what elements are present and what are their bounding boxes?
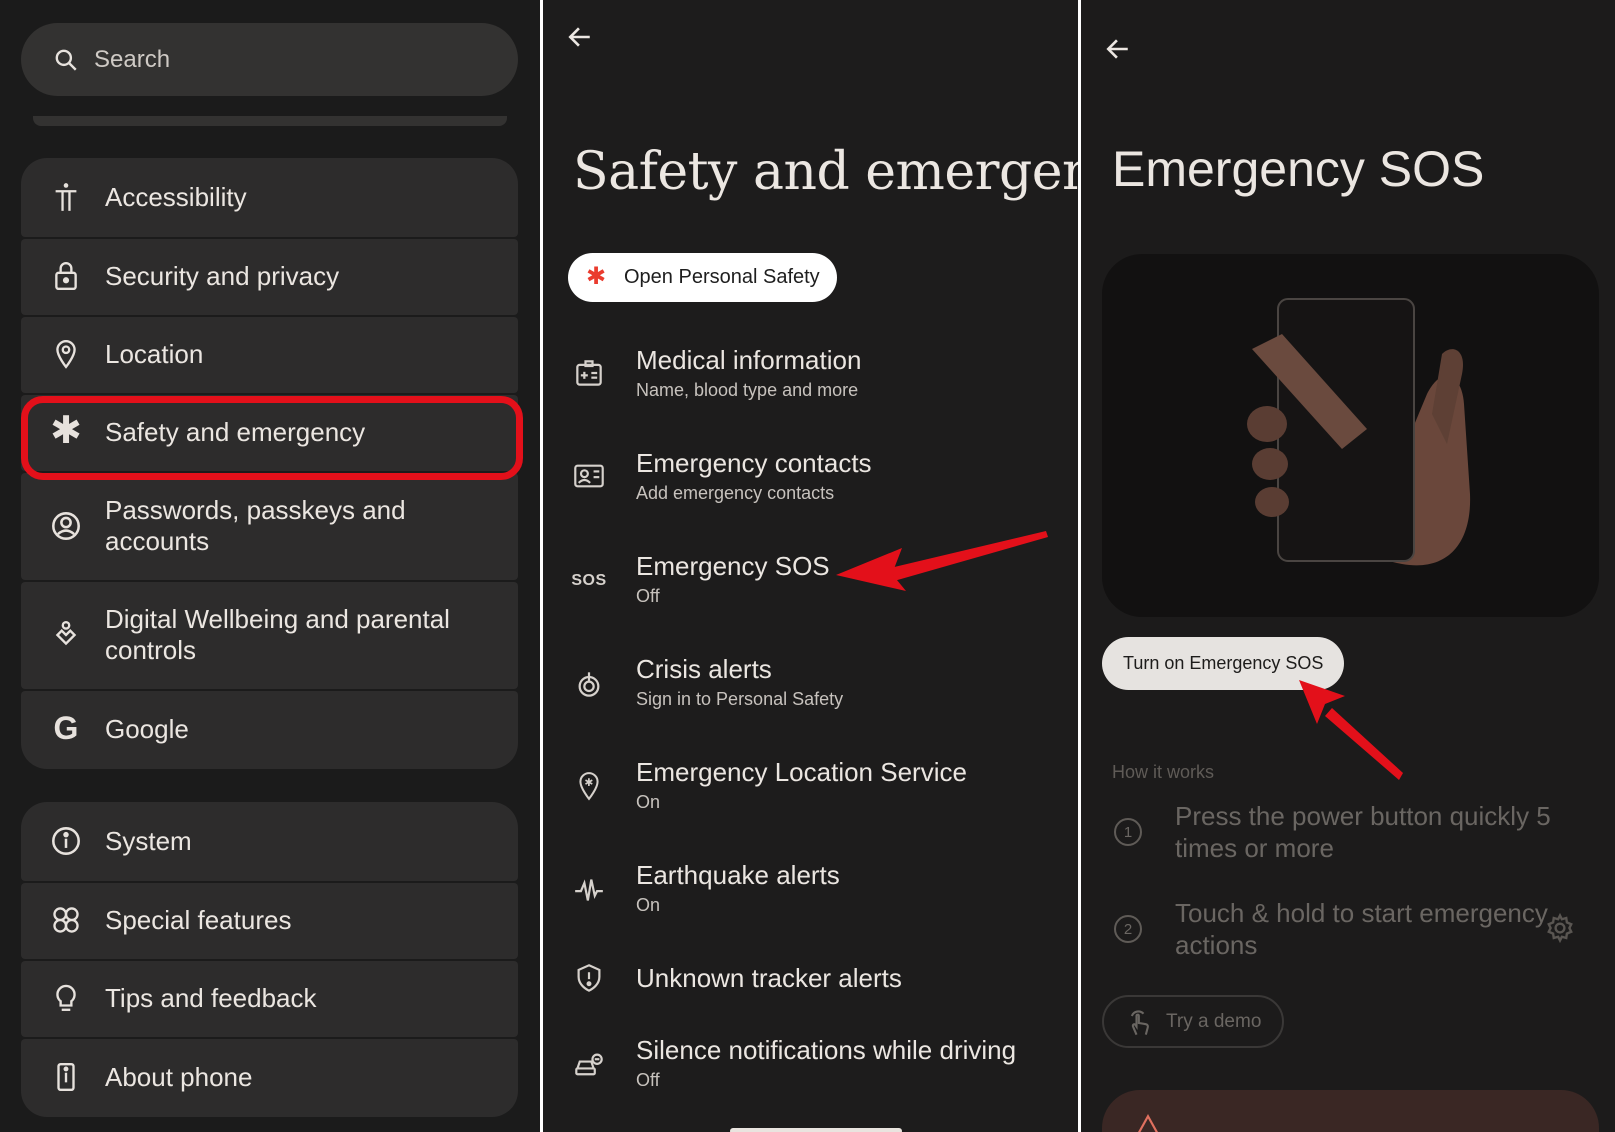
- shield-alert-icon: [571, 960, 607, 996]
- driving-icon: [571, 1047, 607, 1083]
- open-personal-safety-button[interactable]: ✱ Open Personal Safety: [568, 253, 837, 302]
- settings-main-panel: Search Accessibility Security and privac…: [0, 0, 540, 1132]
- step-text: Touch & hold to start emergency actions: [1175, 898, 1548, 960]
- try-demo-label: Try a demo: [1166, 1010, 1262, 1032]
- list-item-silence-driving[interactable]: Silence notifications while driving Off: [543, 1035, 1078, 1115]
- list-item-subtitle: Add emergency contacts: [636, 483, 835, 503]
- medical-id-icon: [571, 355, 607, 391]
- list-item-emergency-sos[interactable]: SOS Emergency SOS Off: [543, 546, 1078, 626]
- list-item-contacts[interactable]: Emergency contacts Add emergency contact…: [543, 443, 1078, 523]
- settings-item-passwords[interactable]: Passwords, passkeys and accounts: [21, 473, 518, 580]
- list-item-title: Emergency Location Service: [636, 757, 967, 787]
- info-icon: [51, 826, 81, 856]
- step-1: 1 Press the power button quickly 5 times…: [1081, 800, 1615, 870]
- try-demo-button[interactable]: Try a demo: [1102, 995, 1285, 1048]
- emergency-location-icon: ✱: [571, 768, 607, 804]
- settings-item-system[interactable]: System: [21, 802, 518, 881]
- list-item-title: Emergency contacts: [636, 448, 872, 478]
- settings-item-label: Accessibility: [105, 182, 247, 212]
- step-text: Press the power button quickly 5 times o…: [1175, 801, 1551, 863]
- list-item-title: Silence notifications while driving: [636, 1035, 1017, 1065]
- list-item-subtitle: On: [636, 895, 661, 915]
- phone-icon: [51, 1062, 81, 1092]
- list-item-unknown-tracker[interactable]: Unknown tracker alerts: [543, 958, 1078, 1018]
- list-item-subtitle: Name, blood type and more: [636, 380, 859, 400]
- search-icon: [55, 49, 77, 71]
- list-item-subtitle: Sign in to Personal Safety: [636, 689, 844, 709]
- highlight-annotation-box: [21, 396, 523, 480]
- settings-item-about-phone[interactable]: About phone: [21, 1039, 518, 1117]
- accessibility-icon: [51, 182, 81, 212]
- list-item-title: Emergency SOS: [636, 551, 830, 581]
- settings-item-label: Tips and feedback: [105, 983, 317, 1013]
- list-item-earthquake[interactable]: Earthquake alerts On: [543, 855, 1078, 935]
- sos-icon: SOS: [571, 572, 607, 589]
- safety-emergency-panel: Safety and emergency ✱ Open Personal Saf…: [543, 0, 1078, 1132]
- page-title: Emergency SOS: [1112, 141, 1485, 197]
- list-item-title: Unknown tracker alerts: [636, 963, 902, 993]
- lightbulb-icon: [51, 983, 81, 1013]
- warning-icon: [1138, 1114, 1158, 1132]
- how-it-works-heading: How it works: [1112, 762, 1215, 782]
- svg-text:✱: ✱: [585, 777, 594, 789]
- settings-item-label: System: [105, 826, 192, 856]
- list-item-subtitle: On: [636, 792, 661, 812]
- search-bar[interactable]: Search: [21, 23, 518, 96]
- settings-item-wellbeing[interactable]: Digital Wellbeing and parental controls: [21, 582, 518, 689]
- scrolled-card-edge: [33, 116, 507, 126]
- gesture-nav-handle: [730, 1128, 902, 1132]
- special-features-icon: [51, 905, 81, 935]
- google-g-icon: G: [53, 709, 79, 746]
- back-arrow-icon[interactable]: [567, 24, 593, 55]
- settings-item-label: About phone: [105, 1062, 253, 1092]
- settings-item-google[interactable]: G Google: [21, 691, 518, 769]
- crisis-alert-icon: [571, 666, 607, 702]
- settings-item-label: Passwords, passkeys and accounts: [105, 495, 406, 556]
- list-item-title: Crisis alerts: [636, 654, 772, 684]
- location-pin-icon: [51, 339, 81, 369]
- settings-item-label: Google: [105, 714, 189, 744]
- emergency-sos-panel: Emergency SOS Turn on Emergency SOS How …: [1081, 0, 1615, 1132]
- sos-illustration: [1102, 254, 1599, 617]
- back-arrow-icon[interactable]: [1105, 36, 1131, 67]
- list-item-title: Medical information: [636, 345, 862, 375]
- seismic-wave-icon: [571, 872, 607, 908]
- settings-item-label: Special features: [105, 905, 292, 935]
- list-item-title: Earthquake alerts: [636, 860, 840, 890]
- touch-gesture-icon: [1130, 1010, 1149, 1036]
- personal-safety-icon: ✱: [586, 263, 607, 290]
- settings-item-tips[interactable]: Tips and feedback: [21, 961, 518, 1037]
- search-placeholder: Search: [94, 46, 171, 73]
- page-title: Safety and emergency: [573, 142, 1078, 202]
- lock-icon: [51, 261, 81, 291]
- list-item-subtitle: Off: [636, 586, 660, 606]
- gear-icon[interactable]: [1545, 912, 1575, 948]
- hand-holding-phone-illustration: [1247, 298, 1471, 566]
- list-item-subtitle: Off: [636, 1070, 660, 1090]
- step-number: 2: [1114, 915, 1142, 943]
- account-circle-icon: [51, 511, 81, 541]
- settings-item-accessibility[interactable]: Accessibility: [21, 158, 518, 237]
- list-item-emergency-location[interactable]: ✱ Emergency Location Service On: [543, 752, 1078, 832]
- warning-card: [1102, 1090, 1599, 1132]
- settings-item-security[interactable]: Security and privacy: [21, 239, 518, 315]
- settings-item-location[interactable]: Location: [21, 317, 518, 393]
- settings-item-special-features[interactable]: Special features: [21, 883, 518, 959]
- contact-card-icon: [571, 458, 607, 494]
- wellbeing-icon: [51, 620, 81, 650]
- list-item-crisis-alerts[interactable]: Crisis alerts Sign in to Personal Safety: [543, 649, 1078, 729]
- step-number: 1: [1114, 818, 1142, 846]
- turn-on-emergency-sos-button[interactable]: Turn on Emergency SOS: [1102, 637, 1345, 690]
- settings-item-label: Digital Wellbeing and parental controls: [105, 604, 450, 665]
- settings-item-label: Location: [105, 339, 204, 369]
- list-item-medical[interactable]: Medical information Name, blood type and…: [543, 340, 1078, 420]
- open-personal-safety-label: Open Personal Safety: [624, 266, 820, 288]
- settings-item-label: Security and privacy: [105, 261, 340, 291]
- step-2: 2 Touch & hold to start emergency action…: [1081, 897, 1615, 967]
